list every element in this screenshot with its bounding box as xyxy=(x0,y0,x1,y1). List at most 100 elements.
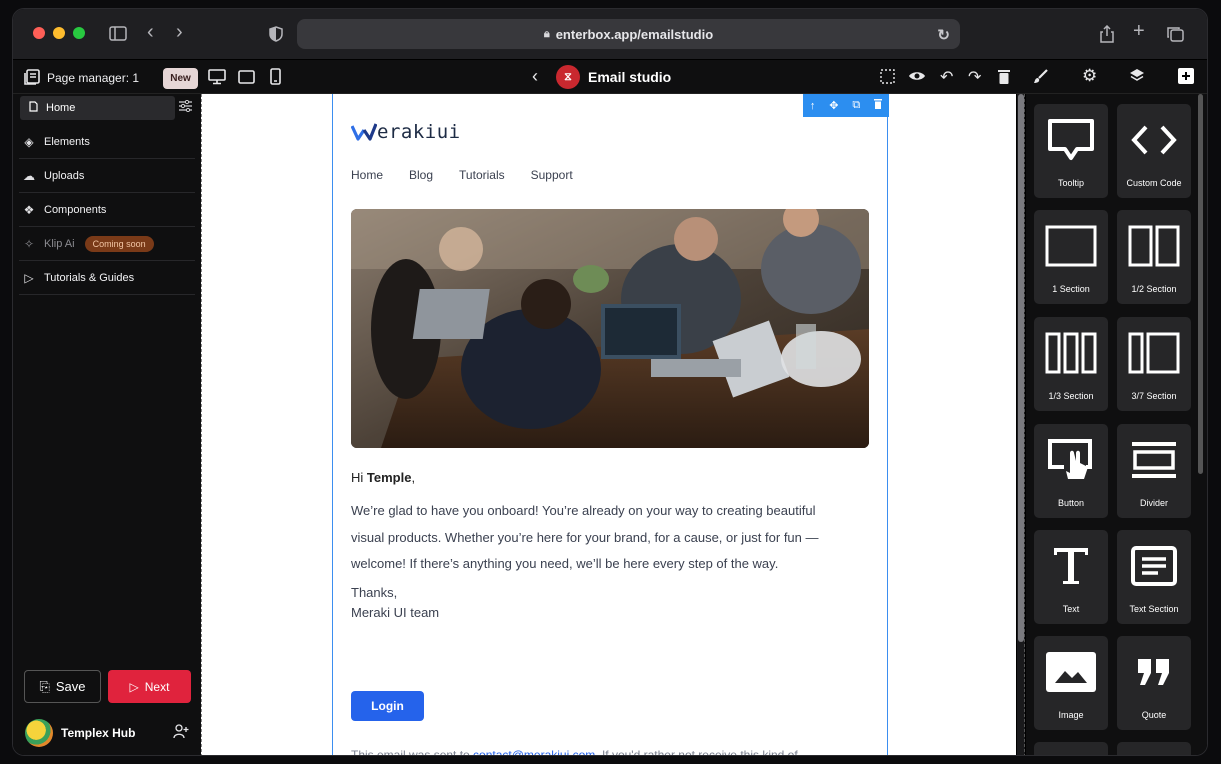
block-tooltip[interactable]: Tooltip xyxy=(1034,104,1108,198)
close-window-button[interactable] xyxy=(33,27,45,39)
sidebar-item-label: Components xyxy=(44,203,107,216)
text-t-icon xyxy=(1034,538,1108,594)
tabs-overview-icon[interactable] xyxy=(1166,26,1184,46)
login-button[interactable]: Login xyxy=(351,691,424,721)
mobile-view-icon[interactable] xyxy=(270,68,281,88)
block-quote[interactable]: Quote xyxy=(1117,636,1191,730)
add-user-icon[interactable] xyxy=(173,724,189,742)
footer-text: This email was sent to contact@merakiui.… xyxy=(351,748,798,756)
block-more-2[interactable] xyxy=(1117,742,1191,755)
sidebar-item-uploads[interactable]: ☁ Uploads xyxy=(19,159,195,193)
left-sidebar: Home ◈ Elements ☁ Uploads ❖ Components ✧… xyxy=(13,94,201,755)
url-bar[interactable]: 🔒︎ enterbox.app/emailstudio ↻ xyxy=(297,19,960,49)
block-3-7-section[interactable]: 3/7 Section xyxy=(1117,317,1191,411)
back-arrow-icon[interactable]: ‹ xyxy=(532,66,538,87)
back-icon[interactable]: ‹ xyxy=(147,22,154,42)
block-divider[interactable]: Divider xyxy=(1117,424,1191,518)
block-1-3-section[interactable]: 1/3 Section xyxy=(1034,317,1108,411)
move-up-icon[interactable]: ↑ xyxy=(810,100,816,112)
upload-icon: ☁ xyxy=(23,168,35,183)
magic-icon: ✧ xyxy=(23,236,35,251)
sidebar-item-components[interactable]: ❖ Components xyxy=(19,193,195,227)
meraki-logo-icon xyxy=(351,123,377,141)
preview-eye-icon[interactable] xyxy=(908,70,926,85)
layers-icon[interactable] xyxy=(1129,68,1145,87)
block-text-section[interactable]: Text Section xyxy=(1117,530,1191,624)
video-icon: ▷ xyxy=(24,270,34,285)
block-button[interactable]: Button xyxy=(1034,424,1108,518)
footer-prefix: This email was sent to xyxy=(351,748,474,756)
trash-icon[interactable] xyxy=(874,99,883,112)
brand-logo[interactable]: erakiui xyxy=(351,121,461,143)
url-text: enterbox.app/emailstudio xyxy=(555,26,714,42)
panel-scrollbar[interactable] xyxy=(1198,94,1203,474)
next-button[interactable]: ▷ Next xyxy=(108,670,191,703)
brush-icon[interactable] xyxy=(1033,69,1048,87)
new-tab-icon[interactable]: + xyxy=(1133,21,1145,41)
block-custom-code[interactable]: Custom Code xyxy=(1117,104,1191,198)
elements-icon: ◈ xyxy=(24,134,34,149)
editor-canvas[interactable]: ↑ ✥ ⧉ erakiui Home Blog Tutorials Suppor… xyxy=(201,94,1016,756)
add-block-icon[interactable] xyxy=(1178,68,1194,87)
page-manager-icon[interactable] xyxy=(24,69,40,88)
shield-icon[interactable] xyxy=(269,26,283,46)
new-page-button[interactable]: New xyxy=(163,68,198,89)
email-template[interactable]: ↑ ✥ ⧉ erakiui Home Blog Tutorials Suppor… xyxy=(332,94,889,756)
coming-soon-badge: Coming soon xyxy=(84,235,154,252)
nav-link-home[interactable]: Home xyxy=(351,168,383,182)
nav-link-tutorials[interactable]: Tutorials xyxy=(459,168,505,182)
tablet-view-icon[interactable] xyxy=(238,70,255,87)
sidebar-item-label: Tutorials & Guides xyxy=(44,271,135,284)
email-nav: Home Blog Tutorials Support xyxy=(351,168,573,182)
block-1-section[interactable]: 1 Section xyxy=(1034,210,1108,304)
reload-icon[interactable]: ↻ xyxy=(937,26,950,44)
save-button[interactable]: ⎘ Save xyxy=(24,670,101,703)
one-column-icon xyxy=(1034,218,1108,274)
drag-move-icon[interactable]: ✥ xyxy=(829,99,838,112)
share-icon[interactable] xyxy=(1099,24,1115,47)
app-toolbar: Page manager: 1 New ‹ ⧖ Email studio ↶ ↷… xyxy=(13,60,1207,94)
page-icon xyxy=(29,101,38,115)
canvas-scrollbar-thumb[interactable] xyxy=(1018,94,1024,642)
sidebar-item-elements[interactable]: ◈ Elements xyxy=(19,125,195,159)
block-label: 1 Section xyxy=(1052,284,1090,294)
block-more-1[interactable] xyxy=(1034,742,1108,755)
forward-icon[interactable]: › xyxy=(176,22,183,42)
canvas-scrollbar[interactable] xyxy=(1017,94,1025,755)
page-settings-sliders-icon[interactable] xyxy=(179,99,192,115)
block-label: 1/2 Section xyxy=(1131,284,1177,294)
greeting-prefix: Hi xyxy=(351,470,367,485)
select-area-icon[interactable] xyxy=(880,69,895,87)
settings-gear-icon[interactable]: ⚙ xyxy=(1082,66,1097,86)
workspace-switcher[interactable]: Templex Hub xyxy=(25,719,135,747)
sidebar-toggle-icon[interactable] xyxy=(109,26,127,45)
components-icon: ❖ xyxy=(23,202,35,217)
delete-icon[interactable] xyxy=(998,69,1010,87)
lock-icon: 🔒︎ xyxy=(543,27,550,40)
desktop-view-icon[interactable] xyxy=(208,69,226,88)
zoom-window-button[interactable] xyxy=(73,27,85,39)
split-column-icon xyxy=(1117,325,1191,381)
greeting: Hi Temple, xyxy=(351,470,415,485)
sidebar-item-tutorials[interactable]: ▷ Tutorials & Guides xyxy=(19,261,195,295)
blocks-panel: Tooltip Custom Code 1 Section 1/2 Sectio… xyxy=(1026,94,1207,755)
browser-window: ‹ › 🔒︎ enterbox.app/emailstudio ↻ + Page… xyxy=(12,8,1208,756)
page-manager-label[interactable]: Page manager: 1 xyxy=(47,71,139,85)
sidebar-item-klip-ai[interactable]: ✧ Klip Ai Coming soon xyxy=(19,227,195,261)
block-text[interactable]: Text xyxy=(1034,530,1108,624)
duplicate-icon[interactable]: ⧉ xyxy=(852,99,860,112)
page-item-home[interactable]: Home xyxy=(20,96,175,120)
footer-email-link[interactable]: contact@merakiui.com xyxy=(473,748,595,755)
greeting-suffix: , xyxy=(411,470,416,485)
block-label: Tooltip xyxy=(1057,178,1084,188)
redo-icon[interactable]: ↷ xyxy=(968,67,981,87)
block-image[interactable]: Image xyxy=(1034,636,1108,730)
nav-link-blog[interactable]: Blog xyxy=(409,168,433,182)
nav-link-support[interactable]: Support xyxy=(531,168,573,182)
button-click-icon xyxy=(1034,432,1108,488)
undo-icon[interactable]: ↶ xyxy=(940,67,953,87)
minimize-window-button[interactable] xyxy=(53,27,65,39)
block-label: Button xyxy=(1057,498,1085,508)
hero-image[interactable] xyxy=(351,209,869,448)
block-1-2-section[interactable]: 1/2 Section xyxy=(1117,210,1191,304)
